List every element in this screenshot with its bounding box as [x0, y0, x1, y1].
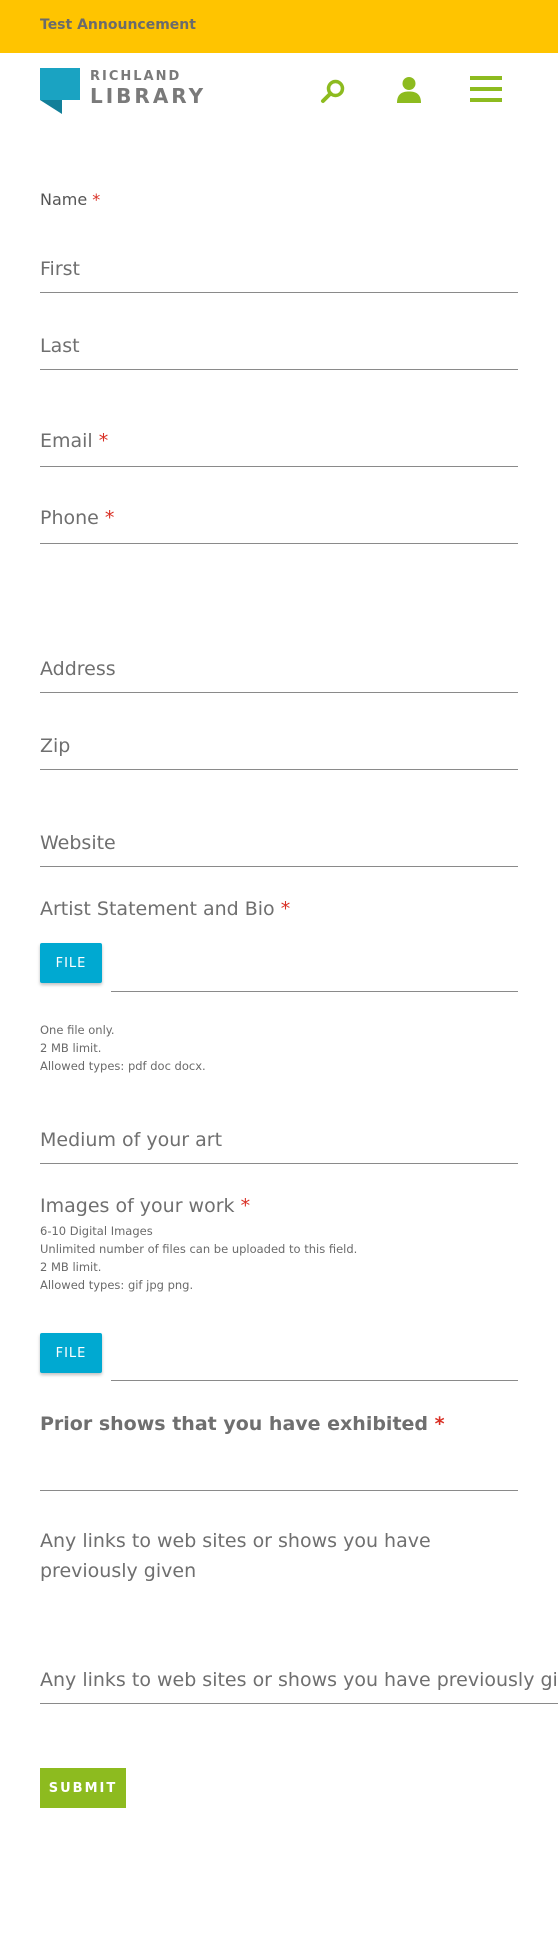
artist-statement-label: Artist Statement and Bio *: [40, 898, 291, 920]
announcement-text[interactable]: Test Announcement: [40, 17, 196, 33]
last-name-input[interactable]: [40, 323, 518, 370]
artist-statement-description: One file only. 2 MB limit. Allowed types…: [40, 1023, 206, 1073]
announcement-bar: Test Announcement: [0, 0, 558, 53]
first-name-input[interactable]: [40, 246, 518, 293]
images-file-field[interactable]: [111, 1380, 518, 1381]
artist-statement-file-button[interactable]: FILE: [40, 943, 102, 983]
artist-statement-file-field[interactable]: [111, 991, 518, 992]
images-label: Images of your work *: [40, 1195, 251, 1217]
required-mark: *: [240, 1195, 251, 1217]
user-icon[interactable]: [396, 76, 422, 104]
links-input[interactable]: [40, 1657, 558, 1704]
website-input[interactable]: [40, 820, 518, 867]
prior-shows-label: Prior shows that you have exhibited *: [40, 1413, 445, 1435]
menu-icon[interactable]: [470, 76, 502, 102]
submit-button[interactable]: SUBMIT: [40, 1768, 126, 1808]
email-input[interactable]: [40, 420, 518, 467]
required-mark: *: [280, 898, 291, 920]
prior-shows-input[interactable]: [40, 1444, 518, 1491]
site-logo[interactable]: RICHLAND LIBRARY: [40, 68, 210, 114]
search-icon[interactable]: [320, 78, 346, 104]
required-mark: *: [434, 1413, 445, 1435]
name-label: Name *: [40, 190, 101, 209]
medium-input[interactable]: [40, 1117, 518, 1164]
logo-text-richland: RICHLAND: [90, 69, 182, 84]
phone-input[interactable]: [40, 497, 518, 544]
links-label: Any links to web sites or shows you have…: [40, 1530, 431, 1582]
images-description: 6-10 Digital Images Unlimited number of …: [40, 1224, 358, 1292]
images-file-button[interactable]: FILE: [40, 1333, 102, 1373]
required-mark: *: [92, 190, 101, 209]
address-input[interactable]: [40, 646, 518, 693]
zip-input[interactable]: [40, 723, 518, 770]
logo-text-library: LIBRARY: [90, 84, 207, 108]
logo-mark-icon: [40, 68, 80, 114]
